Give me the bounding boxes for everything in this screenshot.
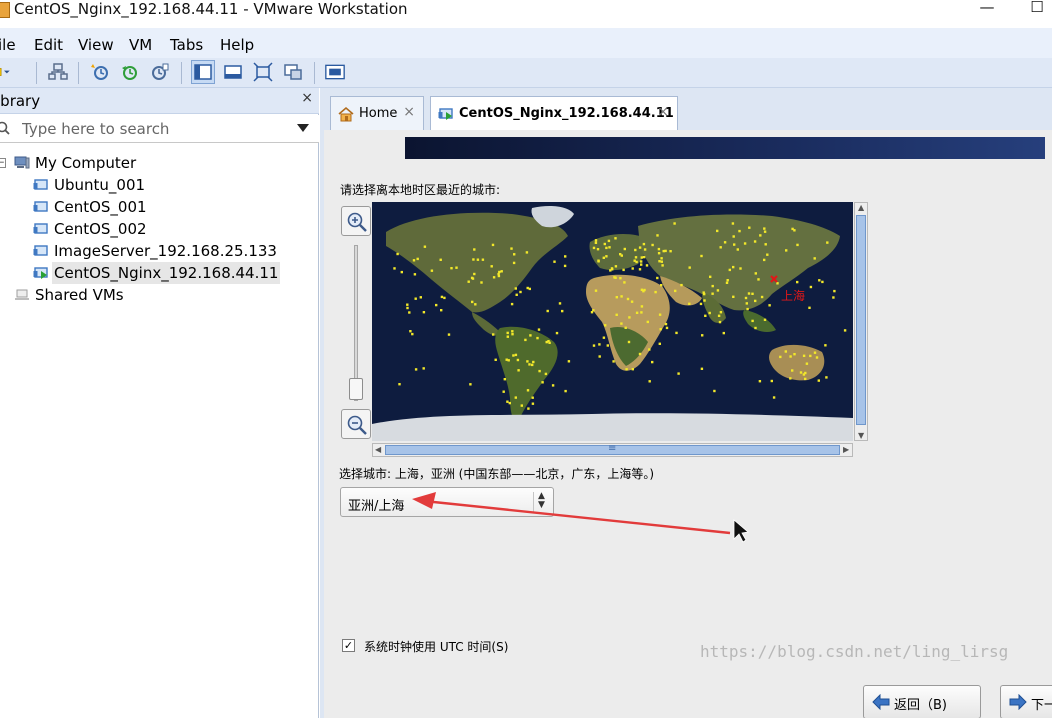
toolbar <box>0 58 1052 88</box>
vm-running-icon <box>33 267 48 279</box>
world-map-image: 上海 <box>372 206 853 441</box>
library-panel: ibrary × − My Computer Ubuntu_001 CentOS… <box>0 88 319 718</box>
power-dropdown-button[interactable] <box>0 62 22 82</box>
scroll-grip-icon: ≡ <box>608 443 617 454</box>
tab-centos-nginx[interactable]: CentOS_Nginx_192.168.44.11 × <box>430 96 678 130</box>
zoom-out-icon <box>347 415 367 435</box>
maximize-button[interactable]: ☐ <box>1024 0 1050 20</box>
unity-icon[interactable] <box>283 62 303 82</box>
tab-close-button[interactable]: × <box>657 104 669 120</box>
timezone-value: 亚洲/上海 <box>348 499 405 514</box>
tree-item-label: My Computer <box>35 154 137 172</box>
tab-close-button[interactable]: × <box>403 104 415 120</box>
library-search <box>0 115 319 143</box>
menu-edit[interactable]: Edit <box>34 36 63 54</box>
back-arrow-icon <box>872 694 890 710</box>
next-button[interactable]: 下一 <box>1000 685 1052 718</box>
vm-icon <box>33 201 48 212</box>
back-button[interactable]: 返回（B) <box>863 685 981 718</box>
menu-tabs[interactable]: Tabs <box>170 36 203 54</box>
tree-item-label: CentOS_001 <box>54 198 147 216</box>
map-vertical-scrollbar[interactable]: ▲ ▼ <box>854 202 868 441</box>
vm-running-icon <box>438 108 453 120</box>
next-button-label: 下一 <box>1031 698 1052 713</box>
zoom-out-button[interactable] <box>341 409 371 439</box>
vm-icon <box>33 179 48 190</box>
tab-label: CentOS_Nginx_192.168.44.11 <box>459 106 674 121</box>
search-icon <box>0 121 10 135</box>
map-vscroll-thumb[interactable] <box>856 215 866 425</box>
computer-icon <box>14 156 30 169</box>
library-search-input[interactable] <box>22 118 282 140</box>
menu-help[interactable]: Help <box>220 36 254 54</box>
world-map[interactable]: 上海 <box>372 202 853 441</box>
mouse-cursor-icon <box>733 519 749 543</box>
thumbnail-bar-icon[interactable] <box>223 62 243 82</box>
library-header: ibrary × <box>0 88 319 114</box>
snapshot-icon[interactable] <box>90 62 110 82</box>
library-close-button[interactable]: × <box>301 90 313 106</box>
home-icon <box>338 106 354 122</box>
tab-home[interactable]: Home × <box>330 96 424 130</box>
vm-icon <box>33 223 48 234</box>
next-arrow-icon <box>1009 694 1027 710</box>
console-view-icon[interactable] <box>325 62 349 82</box>
workspace: Home × CentOS_Nginx_192.168.44.11 × 请选择离… <box>320 88 1052 718</box>
full-screen-icon[interactable] <box>253 62 273 82</box>
tree-item-label: CentOS_Nginx_192.168.44.11 <box>52 262 281 284</box>
watermark: https://blog.csdn.net/ling_lirsg <box>700 642 1009 661</box>
marker-label: 上海 <box>781 288 805 303</box>
tree-item-label: Ubuntu_001 <box>54 176 146 194</box>
menu-view[interactable]: View <box>78 36 114 54</box>
search-dropdown-icon[interactable] <box>297 124 309 132</box>
vm-icon <box>33 245 48 256</box>
show-library-icon[interactable] <box>191 60 215 84</box>
shared-vms-icon <box>15 289 29 300</box>
menu-bar: ile Edit View VM Tabs Help <box>0 28 1052 58</box>
selected-city-label: 选择城市: 上海，亚洲 (中国东部——北京，广东，上海等。) <box>339 467 655 481</box>
title-bar: CentOS_Nginx_192.168.44.11 - VMware Work… <box>0 0 1052 28</box>
revert-snapshot-icon[interactable] <box>120 62 140 82</box>
timezone-map-frame: 上海 ▲ ▼ ◀ ≡ ▶ <box>372 202 868 462</box>
tree-item-label: CentOS_002 <box>54 220 147 238</box>
zoom-in-icon <box>347 212 367 232</box>
map-hscroll-thumb[interactable]: ≡ <box>385 443 840 455</box>
tree-item-label: ImageServer_192.168.25.133 <box>54 242 277 260</box>
utc-checkbox[interactable]: ✓ <box>342 639 355 652</box>
menu-file[interactable]: ile <box>0 36 16 54</box>
zoom-in-button[interactable] <box>341 206 371 236</box>
vmware-app-icon <box>0 2 10 18</box>
collapse-toggle-icon[interactable]: − <box>0 158 6 168</box>
minimize-button[interactable]: — <box>974 0 1000 20</box>
back-button-label: 返回（B) <box>894 698 947 713</box>
tab-strip: Home × CentOS_Nginx_192.168.44.11 × <box>320 88 1052 130</box>
vm-console[interactable]: 请选择离本地时区最近的城市: 上海 ▲ ▼ ◀ ≡ ▶ 选择城市: 上海，亚洲 … <box>324 130 1052 718</box>
library-title: ibrary <box>0 92 41 110</box>
tree-item-label: Shared VMs <box>35 286 124 304</box>
map-horizontal-scrollbar[interactable]: ◀ ≡ ▶ <box>372 443 853 457</box>
snapshot-manager-icon[interactable] <box>150 62 170 82</box>
combo-spin-icon[interactable]: ▲ ▼ <box>533 492 549 512</box>
network-icon[interactable] <box>48 62 68 82</box>
timezone-combo[interactable]: 亚洲/上海 ▲ ▼ <box>340 487 554 517</box>
tab-label: Home <box>359 106 398 121</box>
window-title: CentOS_Nginx_192.168.44.11 - VMware Work… <box>14 0 408 18</box>
menu-vm[interactable]: VM <box>129 36 152 54</box>
utc-checkbox-label: 系统时钟使用 UTC 时间(S) <box>364 640 509 654</box>
zoom-slider-handle[interactable] <box>349 378 363 400</box>
installer-banner <box>405 137 1045 159</box>
timezone-prompt: 请选择离本地时区最近的城市: <box>340 183 501 197</box>
